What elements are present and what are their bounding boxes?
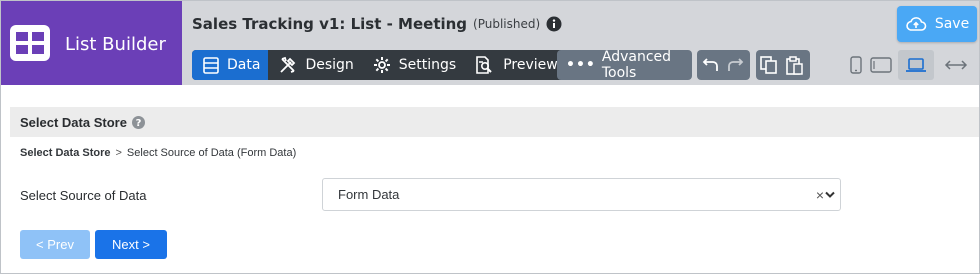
clear-icon[interactable]: × <box>816 187 824 203</box>
tab-settings-label: Settings <box>398 57 457 73</box>
undo-button[interactable] <box>697 50 723 80</box>
info-icon[interactable] <box>546 16 562 32</box>
undo-redo-group <box>697 50 750 80</box>
paste-icon <box>786 55 803 75</box>
chevron-down-icon[interactable] <box>824 190 836 200</box>
svg-text:?: ? <box>136 118 142 129</box>
tab-preview-label: Preview <box>503 57 558 73</box>
breadcrumb-separator: > <box>115 147 122 159</box>
section-title: Select Data Store <box>20 114 127 130</box>
copy-icon <box>760 56 777 74</box>
design-icon <box>280 56 296 73</box>
tablet-icon <box>870 57 892 73</box>
tablet-view-button[interactable] <box>868 50 894 80</box>
brand-title: List Builder <box>65 34 166 55</box>
next-button[interactable]: Next > <box>95 230 167 259</box>
grid-icon <box>10 25 50 61</box>
save-button[interactable]: Save <box>897 6 977 42</box>
help-icon[interactable]: ? <box>131 115 145 129</box>
tab-settings[interactable]: Settings <box>362 50 464 80</box>
tab-design-label: Design <box>305 57 354 73</box>
advanced-tools-button[interactable]: ••• Advanced Tools <box>557 49 692 81</box>
gear-icon <box>373 57 390 73</box>
page-title: Sales Tracking v1: List - Meeting <box>192 15 468 33</box>
paste-button[interactable] <box>782 50 808 80</box>
data-icon <box>203 56 219 74</box>
undo-icon <box>702 58 718 71</box>
brand-panel: List Builder <box>1 1 182 85</box>
copy-button[interactable] <box>756 50 782 80</box>
laptop-view-button[interactable] <box>898 50 934 80</box>
advanced-tools-label: Advanced Tools <box>601 49 672 81</box>
status-badge: (Published) <box>473 17 541 31</box>
copy-paste-group <box>756 50 810 80</box>
breadcrumb-current[interactable]: Select Data Store <box>20 147 110 159</box>
tab-preview[interactable]: Preview <box>464 50 566 80</box>
laptop-icon <box>906 58 926 72</box>
more-dots-icon: ••• <box>566 57 596 73</box>
tab-data-label: Data <box>227 57 261 73</box>
save-label: Save <box>934 16 970 32</box>
preview-icon <box>476 56 492 74</box>
redo-icon <box>728 58 744 71</box>
breadcrumb-next: Select Source of Data (Form Data) <box>126 147 297 159</box>
cloud-upload-icon <box>906 17 927 31</box>
redo-button[interactable] <box>723 50 749 80</box>
phone-view-button[interactable] <box>846 50 866 80</box>
title-row: Sales Tracking v1: List - Meeting (Publi… <box>192 15 562 33</box>
expand-icon <box>944 60 968 70</box>
source-select[interactable]: Form Data × <box>322 178 841 211</box>
main-tabs: Data Design Settings Preview <box>192 50 566 80</box>
tab-design[interactable]: Design <box>268 50 361 80</box>
phone-icon <box>850 56 862 74</box>
breadcrumb: Select Data Store > Select Source of Dat… <box>20 147 296 159</box>
source-select-value: Form Data <box>338 187 400 202</box>
list-builder-window: List Builder Sales Tracking v1: List - M… <box>0 0 980 274</box>
fullwidth-view-button[interactable] <box>941 50 971 80</box>
source-field-label: Select Source of Data <box>20 188 147 203</box>
tab-data[interactable]: Data <box>192 50 269 80</box>
section-header: Select Data Store ? <box>10 107 979 137</box>
header-bar: List Builder Sales Tracking v1: List - M… <box>1 1 979 85</box>
prev-button[interactable]: < Prev <box>20 230 90 259</box>
